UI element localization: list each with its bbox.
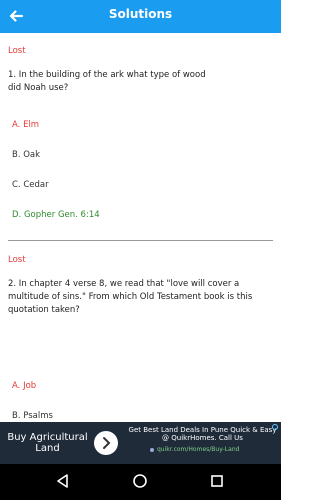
option-b: B. Psalms <box>12 411 53 421</box>
page-title: Solutions <box>108 7 173 21</box>
question-text: 2. In chapter 4 verse 8, we read that "l… <box>8 279 253 315</box>
nav-recents-icon[interactable] <box>209 473 225 489</box>
ad-next-button[interactable] <box>94 431 118 455</box>
option-a: A. Job <box>12 381 37 391</box>
ad-url[interactable]: quikr.com/Homes/Buy-Land <box>157 446 239 453</box>
status-label: Lost <box>8 255 26 265</box>
nav-home-icon[interactable] <box>132 473 148 489</box>
ad-headline[interactable]: Get Best Land Deals In Pune Quick & Easy… <box>124 426 281 442</box>
chevron-right-icon <box>103 437 111 449</box>
option-c: C. Cedar <box>12 180 49 190</box>
question-status: Lost <box>8 46 273 56</box>
ad-url-row[interactable]: quikr.com/Homes/Buy-Land <box>150 446 239 453</box>
ad-left-text[interactable]: Buy Agricultural Land <box>0 422 95 464</box>
ad-banner[interactable]: Buy Agricultural Land Get Best Land Deal… <box>0 422 281 464</box>
ad-dot-icon <box>150 447 154 452</box>
solutions-list[interactable]: Lost 1. In the building of the ark what … <box>0 33 281 422</box>
option-b: B. Oak <box>12 150 41 160</box>
ad-info-icon[interactable] <box>272 424 278 430</box>
option-a: A. Elm <box>12 120 40 130</box>
status-label: Lost <box>8 46 26 56</box>
question-status: Lost <box>8 255 273 265</box>
question-text: 1. In the building of the ark what type … <box>8 70 206 93</box>
divider <box>8 240 273 241</box>
nav-back-icon[interactable] <box>55 473 71 489</box>
system-nav-bar <box>0 464 281 500</box>
app-bar: Solutions <box>0 0 281 33</box>
option-d: D. Gopher Gen. 6:14 <box>12 210 100 220</box>
